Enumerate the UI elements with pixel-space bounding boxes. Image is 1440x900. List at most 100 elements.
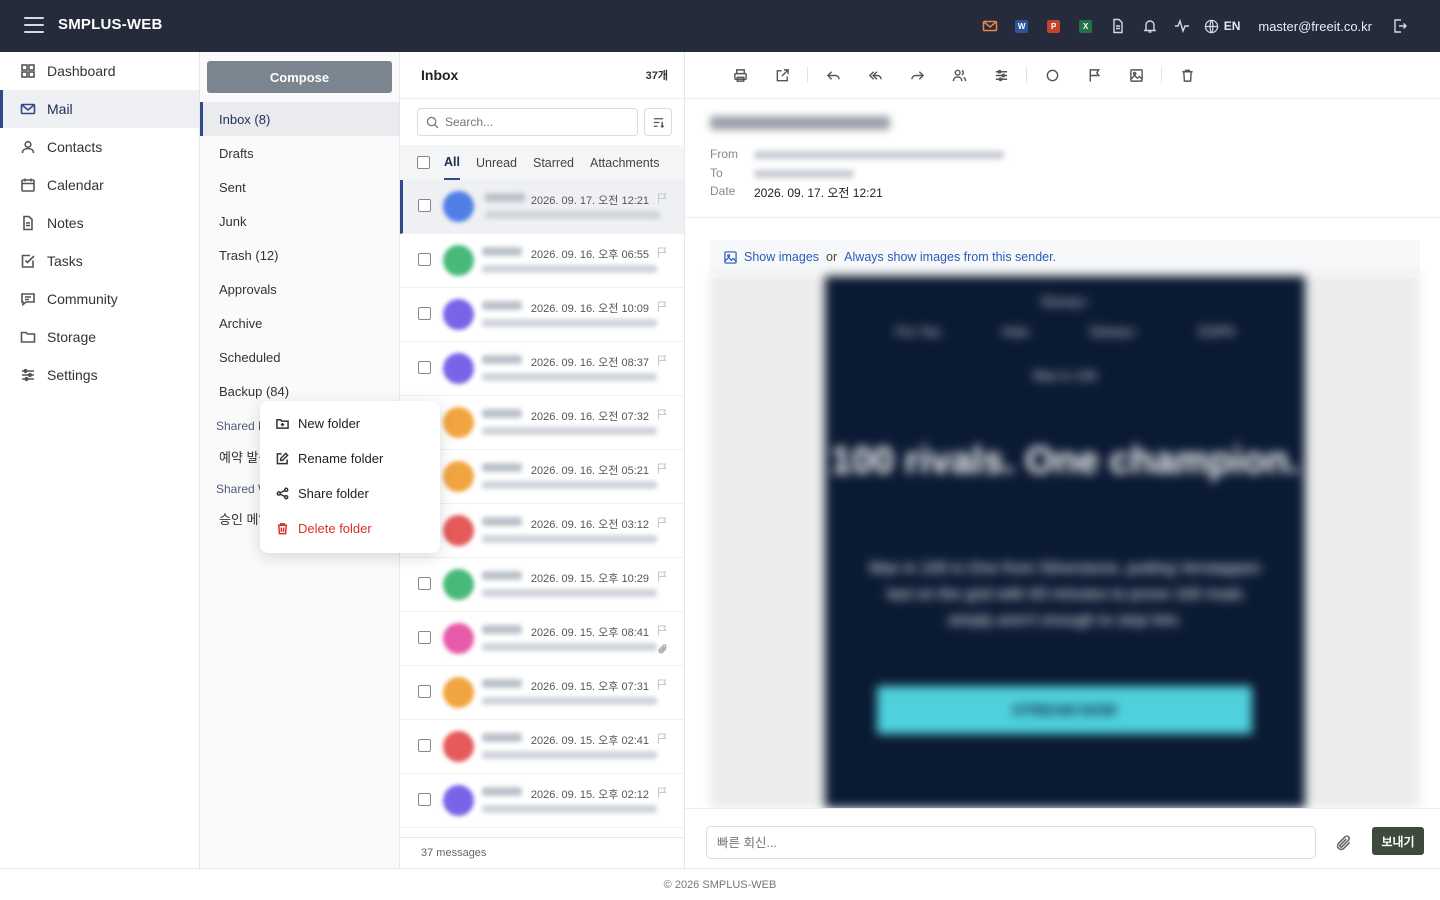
flag-icon[interactable] bbox=[657, 409, 667, 420]
hamburger-menu-icon[interactable] bbox=[24, 17, 44, 35]
bell-icon[interactable] bbox=[1134, 10, 1166, 42]
nav-item-mail[interactable]: Mail bbox=[0, 90, 199, 128]
nav-item-dashboard[interactable]: Dashboard bbox=[0, 52, 199, 90]
flag-icon[interactable] bbox=[657, 733, 667, 744]
folder-item[interactable]: Approvals bbox=[200, 272, 399, 306]
forward-button[interactable] bbox=[896, 60, 938, 90]
paperclip-icon[interactable] bbox=[1335, 834, 1353, 852]
language-switcher[interactable]: EN bbox=[1204, 19, 1240, 34]
message-row[interactable]: 2026. 09. 15. 오후 02:41 bbox=[400, 720, 684, 774]
folder-item[interactable]: Scheduled bbox=[200, 340, 399, 374]
folder-item[interactable]: Drafts bbox=[200, 136, 399, 170]
quick-reply-input[interactable] bbox=[706, 826, 1316, 859]
menu-item-label: Share folder bbox=[298, 486, 369, 501]
rename-folder-menu-item[interactable]: Rename folder bbox=[260, 441, 440, 476]
powerpoint-app-icon[interactable]: P bbox=[1038, 10, 1070, 42]
flag-icon[interactable] bbox=[657, 355, 667, 366]
recipients-button[interactable] bbox=[938, 60, 980, 90]
flag-icon[interactable] bbox=[657, 679, 667, 690]
new-folder-menu-item[interactable]: New folder bbox=[260, 406, 440, 441]
flag-icon[interactable] bbox=[657, 517, 667, 528]
always-show-images-link[interactable]: Always show images from this sender. bbox=[844, 250, 1056, 264]
globe-icon bbox=[1204, 19, 1218, 33]
folder-item[interactable]: Sent bbox=[200, 170, 399, 204]
tab-attachments[interactable]: Attachments bbox=[590, 145, 659, 180]
message-row[interactable]: 2026. 09. 16. 오전 05:21 bbox=[400, 450, 684, 504]
trash-icon bbox=[1181, 69, 1193, 82]
select-all-checkbox[interactable] bbox=[417, 156, 430, 169]
avatar bbox=[443, 623, 474, 654]
compose-button[interactable]: Compose bbox=[207, 61, 392, 93]
flag-icon[interactable] bbox=[657, 247, 667, 258]
row-checkbox[interactable] bbox=[418, 577, 431, 590]
flag-icon[interactable] bbox=[657, 193, 667, 204]
reply-all-button[interactable] bbox=[854, 60, 896, 90]
show-images-button[interactable] bbox=[1115, 60, 1157, 90]
search-input[interactable] bbox=[445, 115, 625, 129]
message-row[interactable]: 2026. 09. 15. 오후 08:41 bbox=[400, 612, 684, 666]
row-checkbox[interactable] bbox=[418, 253, 431, 266]
message-row[interactable]: 2026. 09. 16. 오전 10:09 bbox=[400, 288, 684, 342]
mark-read-button[interactable] bbox=[1031, 60, 1073, 90]
folder-item[interactable]: Junk bbox=[200, 204, 399, 238]
row-checkbox[interactable] bbox=[418, 631, 431, 644]
sort-button[interactable] bbox=[644, 108, 672, 136]
folder-item[interactable]: Archive bbox=[200, 306, 399, 340]
tab-starred[interactable]: Starred bbox=[533, 145, 574, 180]
list-footer: 37 messages bbox=[400, 837, 684, 868]
delete-button[interactable] bbox=[1166, 60, 1208, 90]
activity-icon[interactable] bbox=[1166, 10, 1198, 42]
row-checkbox[interactable] bbox=[418, 793, 431, 806]
message-date: 2026. 09. 15. 오후 07:31 bbox=[530, 681, 649, 693]
nav-item-contacts[interactable]: Contacts bbox=[0, 128, 199, 166]
message-row[interactable]: 2026. 09. 16. 오전 03:12 bbox=[400, 504, 684, 558]
share-folder-menu-item[interactable]: Share folder bbox=[260, 476, 440, 511]
excel-app-icon[interactable]: X bbox=[1070, 10, 1102, 42]
delete-folder-menu-item[interactable]: Delete folder bbox=[260, 511, 440, 546]
filter-settings-button[interactable] bbox=[980, 60, 1022, 90]
nav-item-tasks[interactable]: Tasks bbox=[0, 242, 199, 280]
flag-icon[interactable] bbox=[657, 301, 667, 312]
message-date: 2026. 09. 16. 오전 03:12 bbox=[530, 519, 649, 531]
nav-item-calendar[interactable]: Calendar bbox=[0, 166, 199, 204]
nav-item-label: Storage bbox=[47, 329, 97, 345]
flag-icon[interactable] bbox=[657, 571, 667, 582]
nav-item-notes[interactable]: Notes bbox=[0, 204, 199, 242]
message-row[interactable]: 2026. 09. 15. 오후 02:12 bbox=[400, 774, 684, 828]
message-row[interactable]: 2026. 09. 15. 오후 07:31 bbox=[400, 666, 684, 720]
send-button[interactable]: 보내기 bbox=[1372, 827, 1424, 855]
open-new-window-button[interactable] bbox=[761, 60, 803, 90]
row-checkbox[interactable] bbox=[418, 685, 431, 698]
row-checkbox[interactable] bbox=[418, 739, 431, 752]
folder-item[interactable]: Inbox (8) bbox=[200, 102, 399, 136]
nav-item-community[interactable]: Community bbox=[0, 280, 199, 318]
flag-icon[interactable] bbox=[657, 463, 667, 474]
nav-item-settings[interactable]: Settings bbox=[0, 356, 199, 394]
reply-button[interactable] bbox=[812, 60, 854, 90]
show-images-link[interactable]: Show images bbox=[744, 250, 819, 264]
row-checkbox[interactable] bbox=[418, 199, 431, 212]
print-button[interactable] bbox=[719, 60, 761, 90]
flag-icon[interactable] bbox=[657, 625, 667, 636]
message-row[interactable]: 2026. 09. 16. 오전 07:32 bbox=[400, 396, 684, 450]
flag-icon[interactable] bbox=[657, 787, 667, 798]
word-app-icon[interactable]: W bbox=[1006, 10, 1038, 42]
subject-redacted bbox=[482, 265, 657, 273]
message-row[interactable]: 2026. 09. 15. 오후 10:29 bbox=[400, 558, 684, 612]
flag-button[interactable] bbox=[1073, 60, 1115, 90]
row-checkbox[interactable] bbox=[418, 361, 431, 374]
user-email[interactable]: master@freeit.co.kr bbox=[1258, 19, 1372, 34]
nav-item-storage[interactable]: Storage bbox=[0, 318, 199, 356]
logout-icon[interactable] bbox=[1384, 10, 1416, 42]
message-row[interactable]: 2026. 09. 16. 오후 06:55 bbox=[400, 234, 684, 288]
row-checkbox[interactable] bbox=[418, 307, 431, 320]
app-brand[interactable]: SMPLUS-WEB bbox=[58, 16, 163, 33]
folder-item[interactable]: Trash (12) bbox=[200, 238, 399, 272]
avatar bbox=[443, 245, 474, 276]
message-row[interactable]: 2026. 09. 16. 오전 08:37 bbox=[400, 342, 684, 396]
mail-notification-icon[interactable] bbox=[974, 10, 1006, 42]
document-icon[interactable] bbox=[1102, 10, 1134, 42]
message-row[interactable]: 2026. 09. 17. 오전 12:21 bbox=[400, 180, 684, 234]
tab-unread[interactable]: Unread bbox=[476, 145, 517, 180]
tab-all[interactable]: All bbox=[444, 145, 460, 180]
